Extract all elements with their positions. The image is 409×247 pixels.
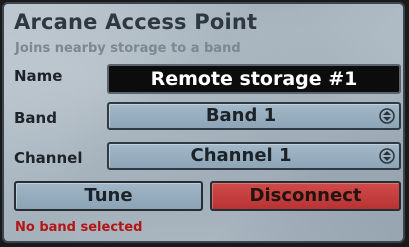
disconnect-button[interactable]: Disconnect	[210, 181, 401, 211]
updown-arrows-icon	[379, 108, 395, 124]
band-label: Band	[14, 109, 57, 127]
status-message: No band selected	[15, 220, 143, 235]
name-label: Name	[14, 67, 63, 85]
updown-arrows-icon	[379, 148, 395, 164]
band-select[interactable]: Band 1	[107, 102, 401, 130]
channel-select[interactable]: Channel 1	[107, 142, 401, 170]
band-select-value: Band 1	[205, 105, 277, 126]
name-input[interactable]: Remote storage #1	[107, 64, 401, 94]
arcane-access-point-window: Arcane Access Point Joins nearby storage…	[2, 2, 405, 243]
channel-select-value: Channel 1	[190, 145, 292, 166]
channel-label: Channel	[14, 149, 83, 167]
window-title: Arcane Access Point	[14, 10, 258, 34]
window-subtitle: Joins nearby storage to a band	[15, 41, 241, 56]
tune-button[interactable]: Tune	[14, 181, 203, 211]
